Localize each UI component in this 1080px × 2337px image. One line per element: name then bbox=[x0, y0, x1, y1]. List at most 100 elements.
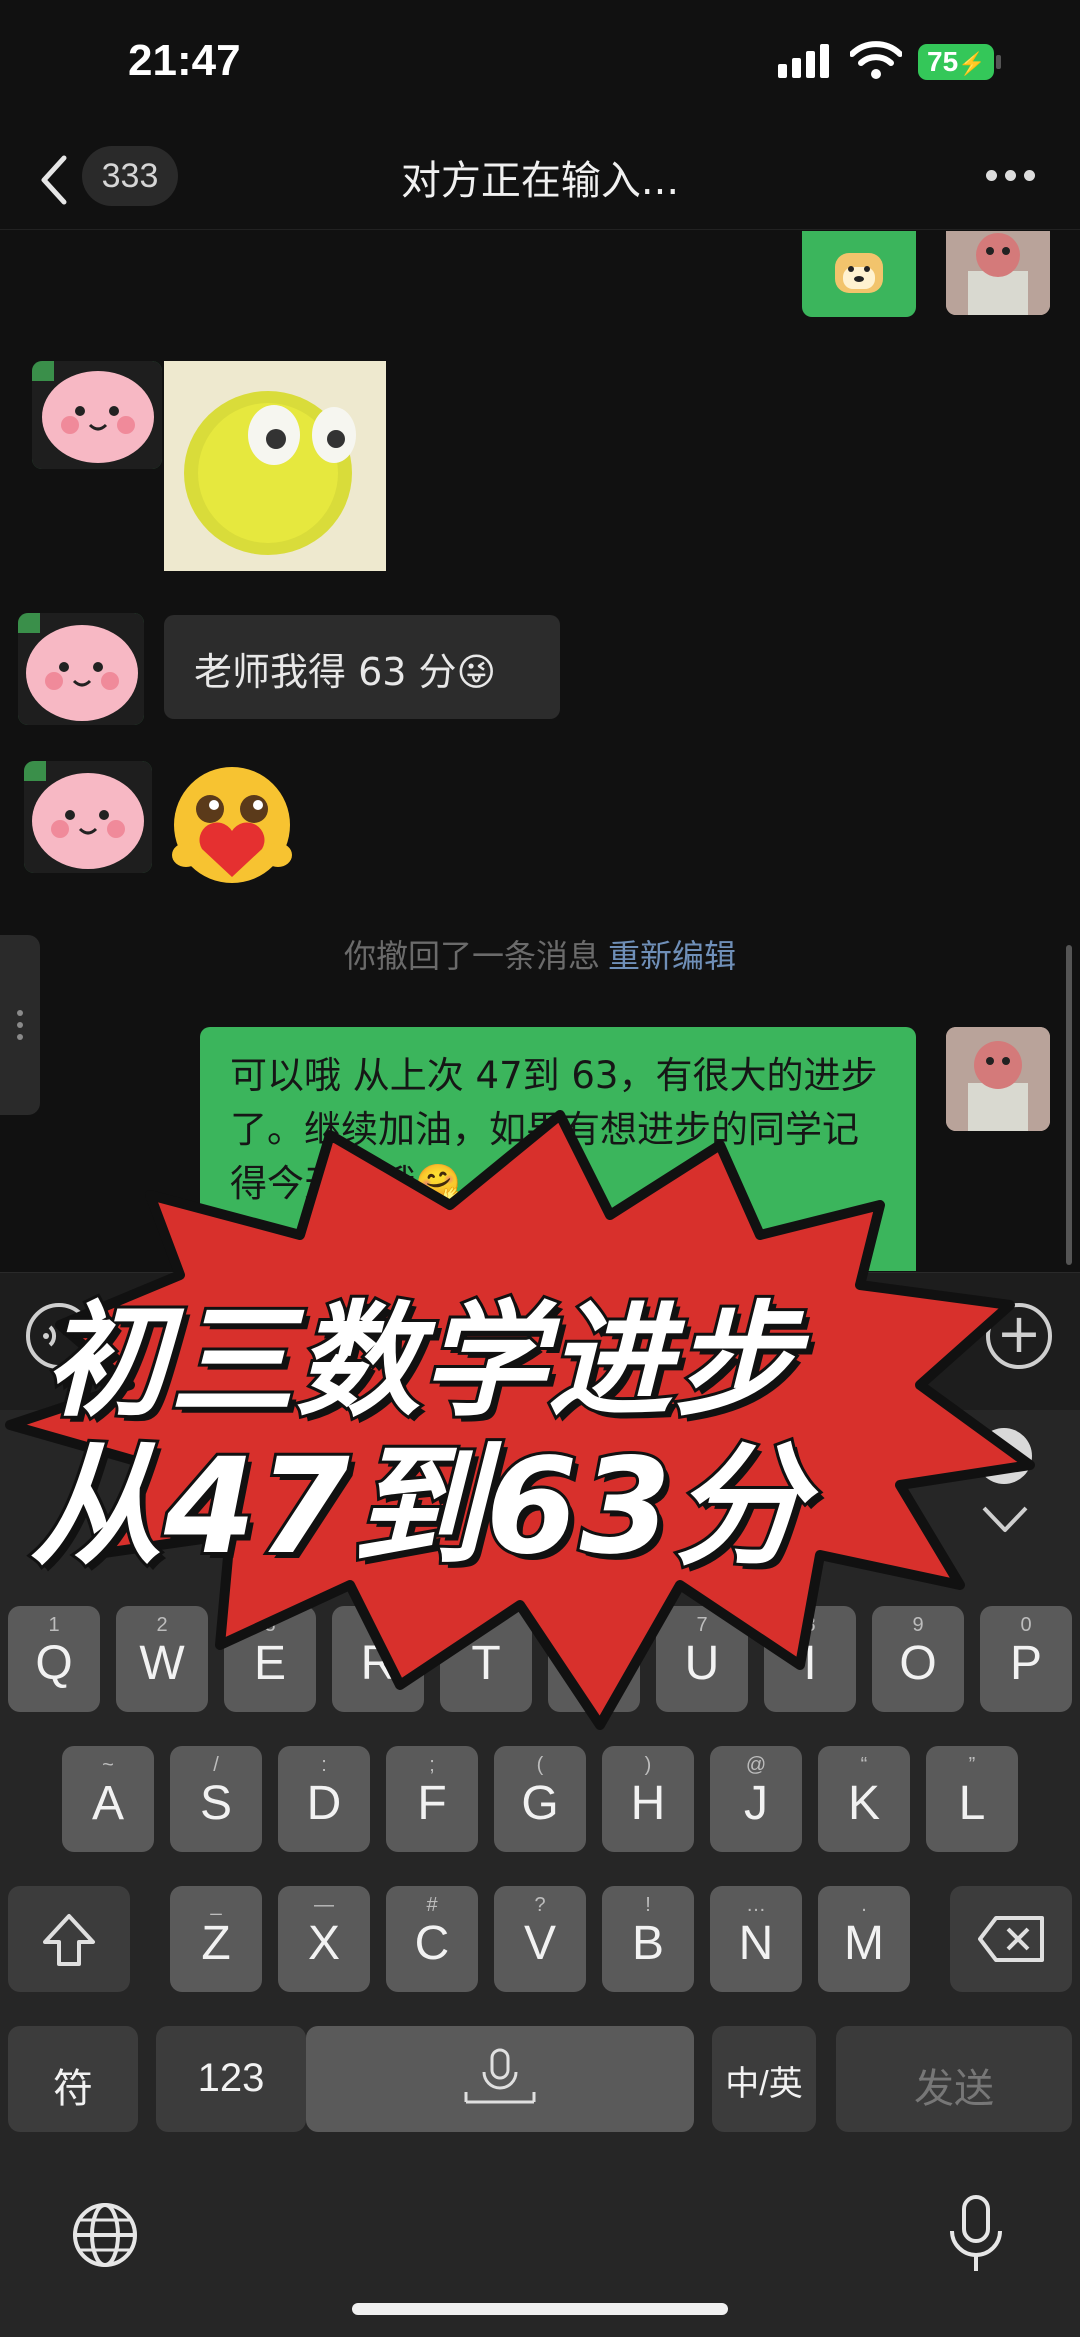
key-e[interactable]: 3E bbox=[224, 1606, 316, 1712]
pink-blob-avatar-icon bbox=[24, 761, 152, 873]
key-label: L bbox=[958, 1777, 986, 1830]
key-r[interactable]: 4R bbox=[332, 1606, 424, 1712]
globe-icon[interactable] bbox=[70, 2200, 140, 2270]
key-b[interactable]: ! B bbox=[602, 1886, 694, 1992]
yellow-face-sticker-icon bbox=[164, 361, 386, 571]
key-l[interactable]: ” L bbox=[926, 1746, 1018, 1852]
key-secondary-label: ? bbox=[534, 1894, 546, 1916]
key-secondary-label: ; bbox=[429, 1754, 435, 1776]
key-u[interactable]: 7U bbox=[656, 1606, 748, 1712]
key-label: F bbox=[417, 1777, 447, 1830]
key-y[interactable]: 6Y bbox=[548, 1606, 640, 1712]
yellow-face-sticker[interactable] bbox=[164, 361, 386, 571]
re-edit-link[interactable]: 重新编辑 bbox=[608, 937, 736, 975]
key-secondary-label: ! bbox=[645, 1894, 651, 1916]
key-p[interactable]: 0P bbox=[980, 1606, 1072, 1712]
incoming-message-bubble[interactable]: 老师我得 63 分😜 bbox=[164, 615, 560, 719]
send-key[interactable]: 发送 bbox=[836, 2026, 1072, 2132]
key-label: U bbox=[684, 1637, 720, 1690]
key-secondary-label: _ bbox=[210, 1894, 222, 1916]
outgoing-sticker-bubble[interactable] bbox=[802, 231, 916, 317]
key-secondary-label: ~ bbox=[102, 1754, 114, 1776]
keyboard-collapse-icon[interactable] bbox=[980, 1502, 1030, 1536]
recall-text: 你撤回了一条消息 bbox=[343, 937, 600, 975]
key-w[interactable]: 2W bbox=[116, 1606, 208, 1712]
chat-title: 对方正在输入... bbox=[400, 158, 680, 204]
key-secondary-label: 5 bbox=[480, 1614, 492, 1636]
key-g[interactable]: (G bbox=[494, 1746, 586, 1852]
key-c[interactable]: # C bbox=[386, 1886, 478, 1992]
key-q[interactable]: 1Q bbox=[8, 1606, 100, 1712]
key-h[interactable]: ) H bbox=[602, 1746, 694, 1852]
shift-key[interactable] bbox=[8, 1886, 130, 1992]
numbers-key[interactable]: 123 bbox=[156, 2026, 306, 2132]
key-n[interactable]: … N bbox=[710, 1886, 802, 1992]
key-i[interactable]: 8I bbox=[764, 1606, 856, 1712]
chat-header: 333 对方正在输入... bbox=[0, 130, 1080, 230]
more-options-icon[interactable] bbox=[986, 170, 1036, 184]
wifi-icon bbox=[850, 41, 902, 79]
symbols-key[interactable]: 符 bbox=[8, 2026, 138, 2132]
heart-hug-emoji[interactable] bbox=[164, 765, 300, 889]
key-secondary-label: ) bbox=[644, 1754, 652, 1776]
contact-avatar[interactable] bbox=[18, 613, 144, 725]
key-label: C bbox=[414, 1917, 450, 1970]
key-d[interactable]: :D bbox=[278, 1746, 370, 1852]
key-secondary-label: — bbox=[314, 1894, 334, 1916]
battery-cap bbox=[996, 55, 1001, 69]
side-drawer-handle[interactable] bbox=[0, 935, 40, 1115]
dictation-mic-icon[interactable] bbox=[946, 2193, 1006, 2277]
key-secondary-label: … bbox=[746, 1894, 766, 1916]
unread-count-badge[interactable]: 333 bbox=[82, 146, 178, 206]
key-v[interactable]: ? V bbox=[494, 1886, 586, 1992]
key-label: T bbox=[471, 1637, 501, 1690]
cellular-signal-icon bbox=[778, 44, 832, 78]
key-secondary-label: 6 bbox=[588, 1614, 600, 1636]
key-a[interactable]: ~ A bbox=[62, 1746, 154, 1852]
key-s[interactable]: / S bbox=[170, 1746, 262, 1852]
language-key-label: 中/英 bbox=[725, 2065, 803, 2103]
key-k[interactable]: “K bbox=[818, 1746, 910, 1852]
key-j[interactable]: @ J bbox=[710, 1746, 802, 1852]
send-key-label: 发送 bbox=[914, 2067, 994, 2111]
contact-avatar[interactable] bbox=[24, 761, 152, 873]
key-m[interactable]: .M bbox=[818, 1886, 910, 1992]
space-key[interactable] bbox=[306, 2026, 694, 2132]
key-t[interactable]: 5T bbox=[440, 1606, 532, 1712]
back-chevron-icon[interactable] bbox=[36, 152, 72, 208]
self-avatar[interactable] bbox=[946, 1027, 1050, 1131]
key-secondary-label: # bbox=[426, 1894, 438, 1916]
chat-area[interactable]: 老师我得 63 分😜 你撤回了一条消息 重新编辑 可以哦 从上次 47到 63，有… bbox=[0, 231, 1080, 1271]
pink-blob-avatar-icon bbox=[32, 361, 162, 469]
key-secondary-label: 3 bbox=[264, 1614, 276, 1636]
more-actions-plus-button[interactable]: + bbox=[986, 1303, 1052, 1369]
drag-handle-icon bbox=[17, 1010, 23, 1040]
backspace-key[interactable] bbox=[950, 1886, 1072, 1992]
key-label: W bbox=[139, 1637, 185, 1690]
key-label: R bbox=[360, 1637, 396, 1690]
keyboard-app-icon[interactable] bbox=[976, 1428, 1032, 1484]
key-secondary-label: 4 bbox=[372, 1614, 384, 1636]
outgoing-message-bubble[interactable]: 可以哦 从上次 47到 63，有很大的进步了。继续加油，如果有想进步的同学记得今… bbox=[200, 1027, 916, 1271]
space-mic-icon bbox=[464, 2048, 536, 2104]
key-o[interactable]: 9O bbox=[872, 1606, 964, 1712]
key-secondary-label: 1 bbox=[48, 1614, 60, 1636]
battery-indicator: 75⚡ bbox=[918, 44, 994, 80]
key-label: S bbox=[199, 1777, 232, 1830]
key-label: O bbox=[899, 1637, 937, 1690]
pink-blob-avatar-icon bbox=[18, 613, 144, 725]
doge-sticker-icon bbox=[835, 253, 883, 293]
self-avatar[interactable] bbox=[946, 231, 1050, 315]
key-label: Y bbox=[577, 1637, 610, 1690]
symbols-key-label: 符 bbox=[53, 2067, 93, 2111]
contact-avatar[interactable] bbox=[32, 361, 162, 469]
key-secondary-label: 8 bbox=[804, 1614, 816, 1636]
language-switch-key[interactable]: 中/英 bbox=[712, 2026, 816, 2132]
key-x[interactable]: — X bbox=[278, 1886, 370, 1992]
key-secondary-label: “ bbox=[860, 1754, 868, 1776]
key-z[interactable]: _ Z bbox=[170, 1886, 262, 1992]
key-label: J bbox=[744, 1777, 768, 1830]
key-f[interactable]: ; F bbox=[386, 1746, 478, 1852]
home-indicator[interactable] bbox=[352, 2303, 728, 2315]
chat-scrollbar[interactable] bbox=[1066, 945, 1072, 1265]
